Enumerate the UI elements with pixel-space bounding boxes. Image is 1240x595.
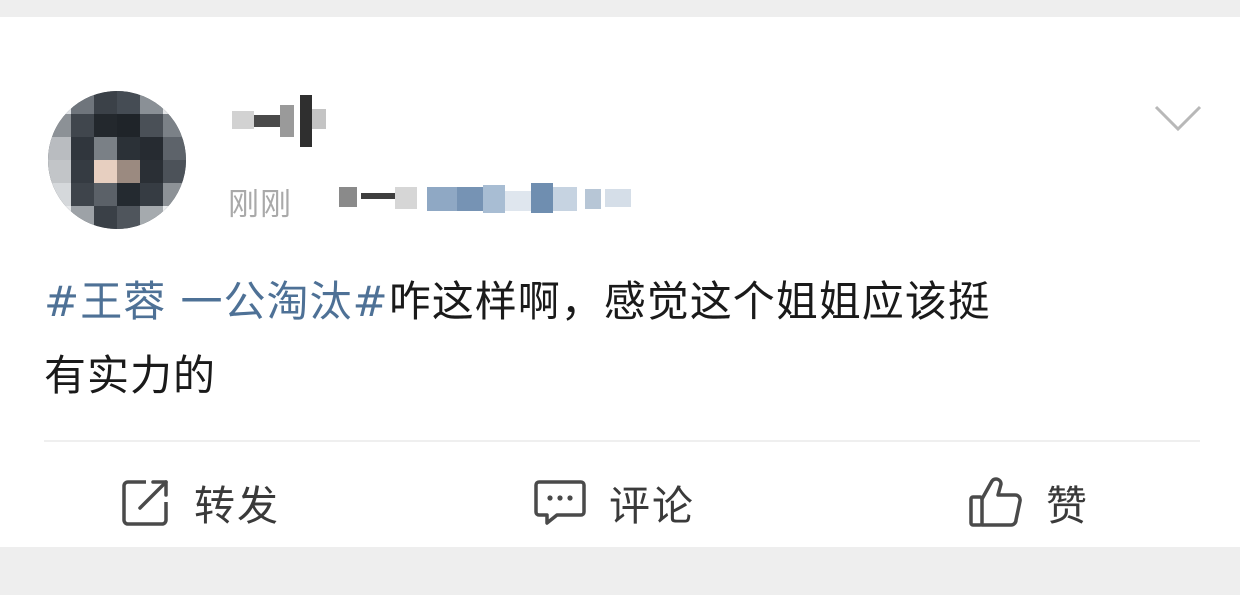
post-text-line1: 咋这样啊，感觉这个姐姐应该挺 bbox=[388, 277, 991, 326]
like-label: 赞 bbox=[1046, 482, 1089, 530]
share-icon bbox=[120, 476, 172, 528]
avatar[interactable] bbox=[48, 91, 186, 229]
thumbs-up-icon bbox=[968, 475, 1024, 529]
comment-icon bbox=[533, 476, 587, 528]
like-button[interactable]: 赞 bbox=[968, 472, 1089, 532]
post-text-line2: 有实力的 bbox=[44, 351, 217, 400]
hashtag-link[interactable]: #王蓉 一公淘汰# bbox=[44, 277, 389, 326]
repost-button[interactable]: 转发 bbox=[120, 472, 280, 532]
post-time: 刚刚 bbox=[228, 187, 292, 223]
comment-label: 评论 bbox=[609, 482, 695, 530]
username[interactable] bbox=[230, 95, 340, 147]
post-source bbox=[335, 177, 645, 217]
post-card: 刚刚 #王蓉 一公淘汰#咋这样啊，感觉这个姐姐应该挺 有实力的 转发 评论 赞 bbox=[0, 17, 1240, 547]
repost-label: 转发 bbox=[194, 482, 280, 530]
post-content: #王蓉 一公淘汰#咋这样啊，感觉这个姐姐应该挺 有实力的 bbox=[44, 265, 1204, 413]
chevron-down-icon[interactable] bbox=[1152, 99, 1204, 135]
comment-button[interactable]: 评论 bbox=[533, 472, 695, 532]
divider bbox=[44, 440, 1200, 442]
